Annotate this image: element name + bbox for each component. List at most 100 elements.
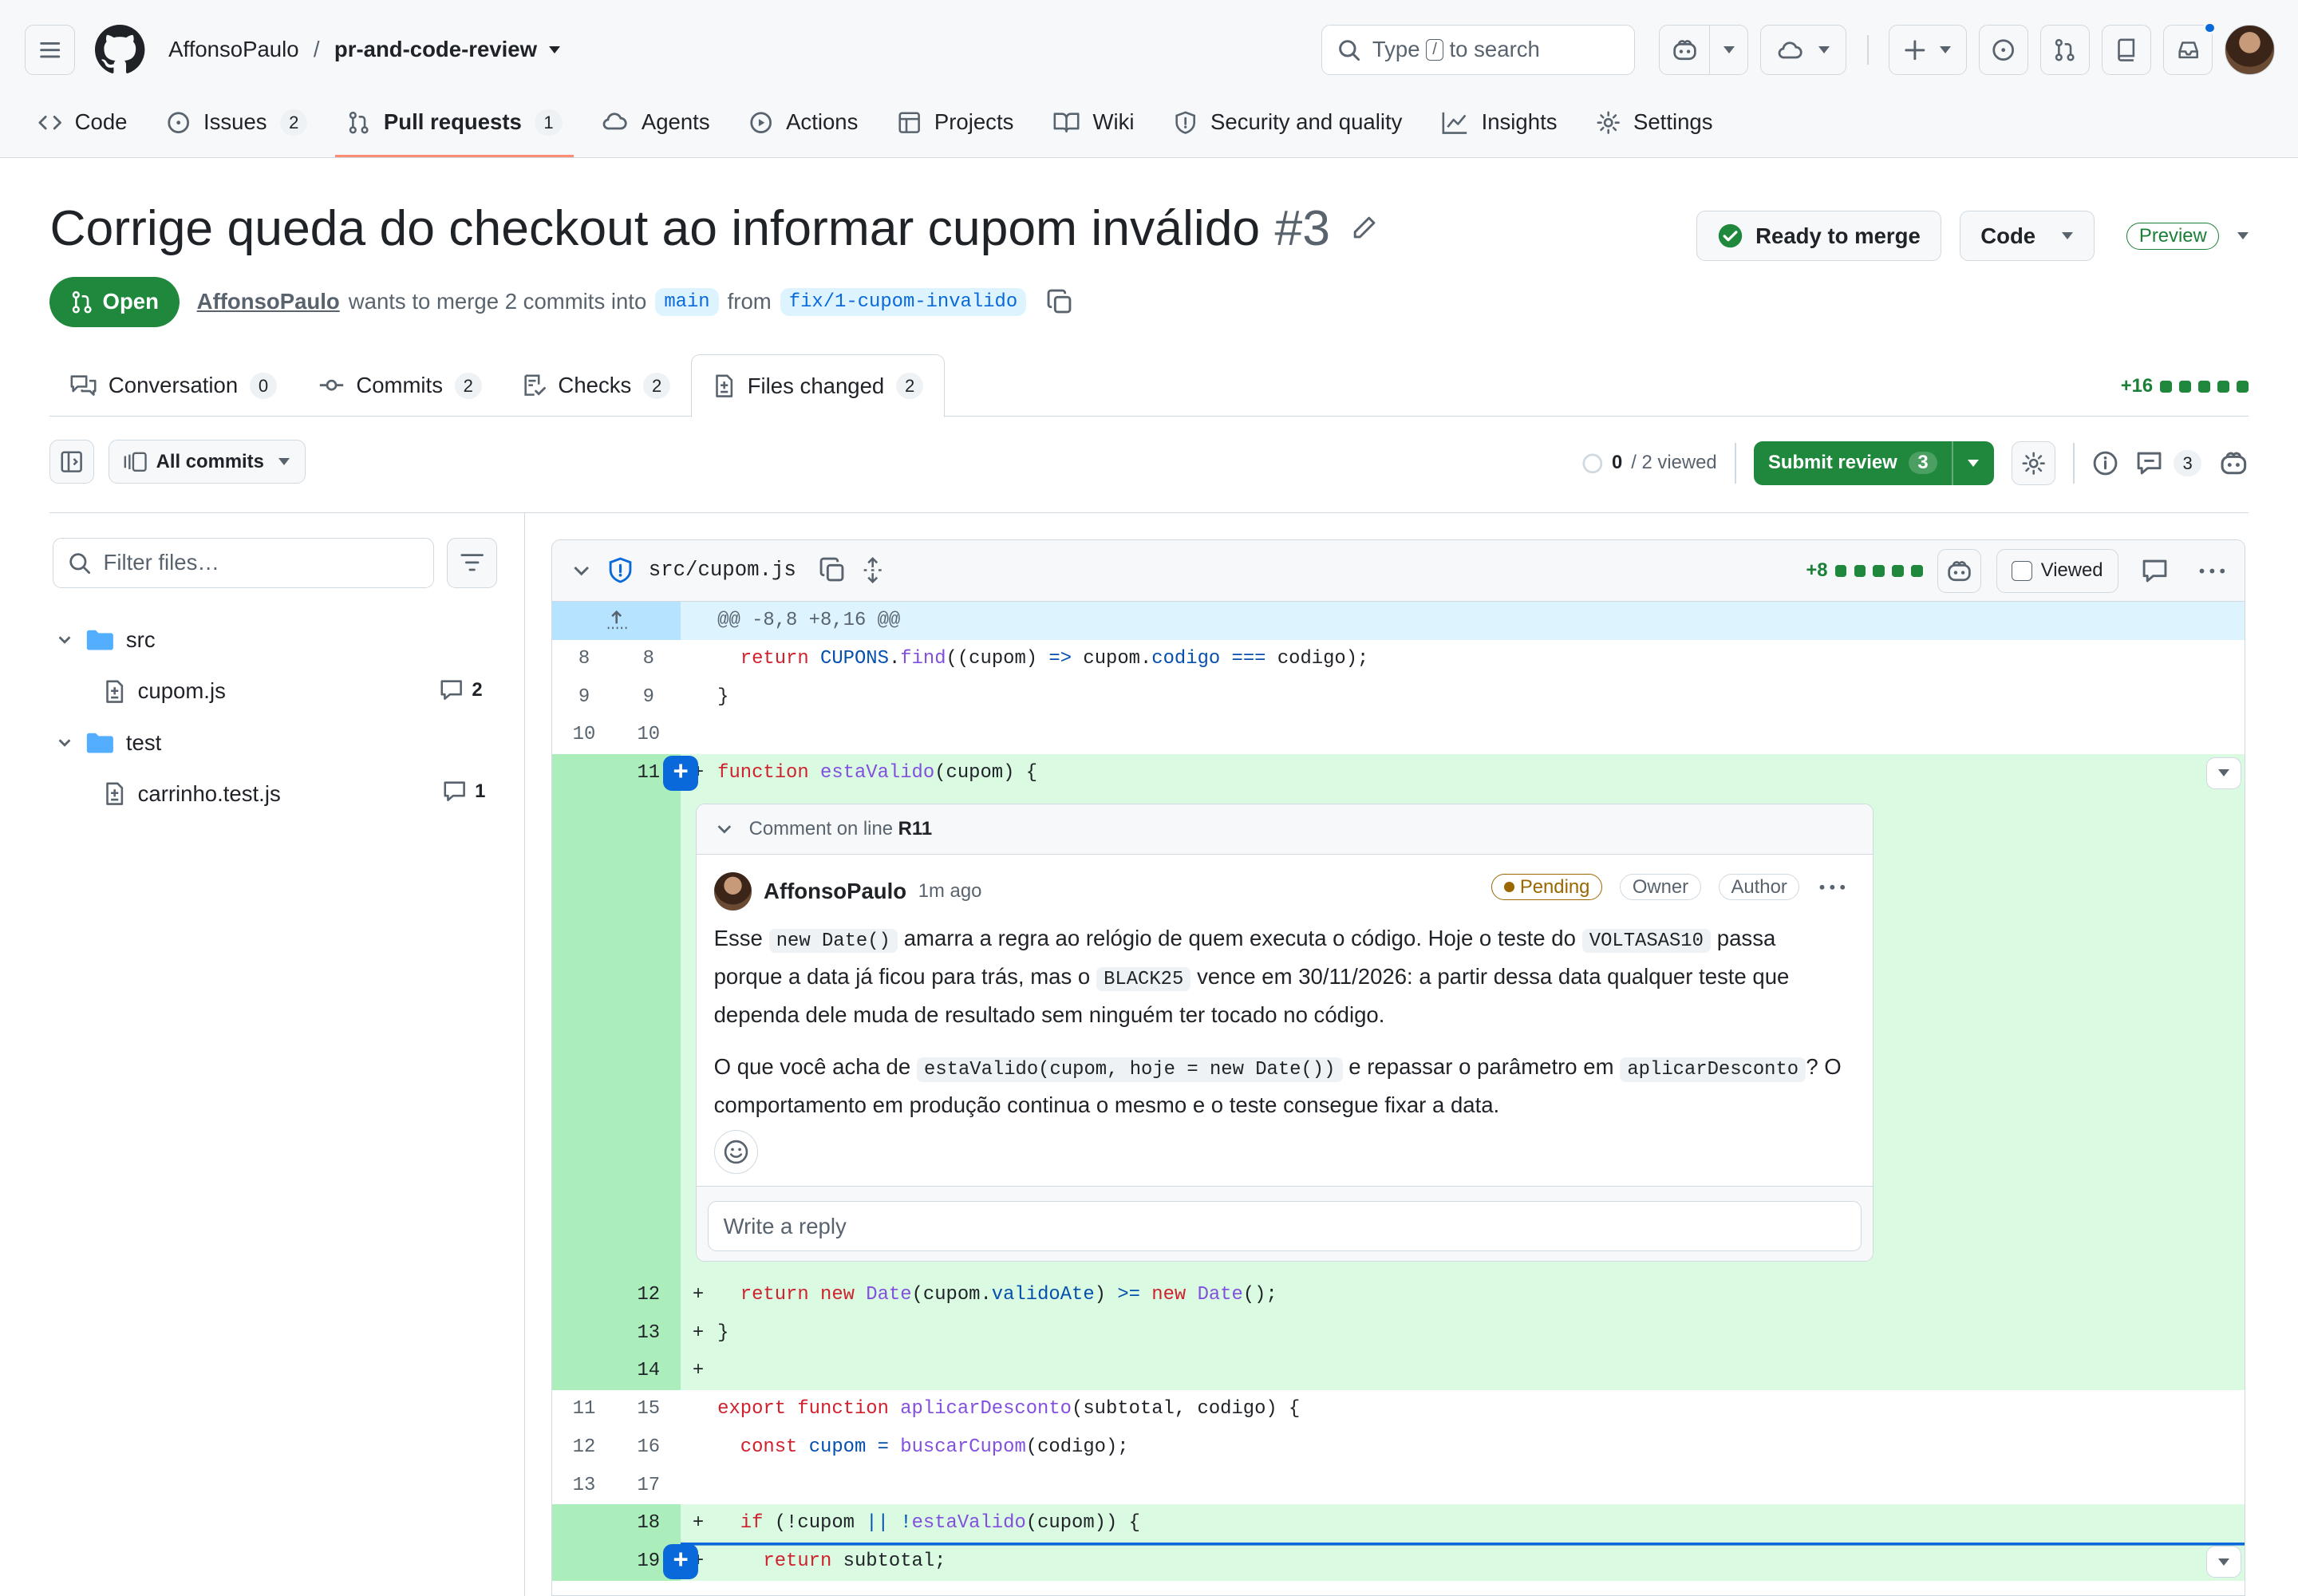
base-branch[interactable]: main: [655, 288, 719, 316]
avatar[interactable]: [713, 871, 752, 911]
add-comment-button[interactable]: +: [663, 755, 699, 791]
line-menu-button[interactable]: [2206, 1545, 2242, 1578]
tab-checks[interactable]: Checks 2: [503, 354, 691, 416]
code-button[interactable]: Code: [1959, 211, 2095, 261]
menu-button[interactable]: [25, 25, 75, 75]
new-line-number[interactable]: 12: [616, 1276, 681, 1314]
tab-label: Actions: [786, 109, 859, 135]
tab-insights[interactable]: Insights: [1442, 99, 1558, 146]
copy-icon[interactable]: [1047, 289, 1073, 315]
tree-file-carrinho-test-js[interactable]: carrinho.test.js: [103, 781, 281, 807]
comment-icon[interactable]: [2142, 558, 2168, 584]
tree-folder-src[interactable]: src: [56, 627, 156, 653]
codespaces-button[interactable]: [1761, 26, 1846, 73]
copilot-icon[interactable]: [2219, 450, 2249, 476]
filter-options-button[interactable]: [447, 538, 497, 588]
expand-up-icon[interactable]: [605, 609, 628, 632]
comment-text: Esse: [713, 925, 769, 950]
comment-timestamp[interactable]: 1m ago: [918, 880, 982, 903]
old-line-number[interactable]: 10: [552, 716, 617, 754]
line-menu-button[interactable]: [2206, 757, 2242, 790]
old-line-number[interactable]: 8: [552, 640, 617, 678]
filter-files-input[interactable]: Filter files…: [53, 538, 434, 588]
pr-title: Corrige queda do checkout ao informar cu…: [49, 200, 1376, 257]
file-path[interactable]: src/cupom.js: [649, 559, 796, 582]
tree-folder-test[interactable]: test: [56, 730, 161, 756]
tab-wiki[interactable]: Wiki: [1053, 99, 1135, 146]
copy-icon[interactable]: [819, 557, 846, 583]
commits-filter-button[interactable]: All commits: [108, 440, 306, 484]
new-line-number[interactable]: 17: [616, 1467, 681, 1505]
viewed-label: Viewed: [2040, 559, 2103, 582]
folder-name: src: [125, 627, 156, 653]
diff-settings-button[interactable]: [2011, 440, 2055, 485]
tab-code[interactable]: Code: [38, 99, 128, 146]
toggle-file-tree-button[interactable]: [49, 440, 94, 484]
kebab-horizontal-icon[interactable]: [1818, 877, 1847, 898]
tab-security[interactable]: Security and quality: [1174, 99, 1402, 146]
thread-header[interactable]: Comment on line R11: [696, 804, 1874, 855]
old-line-number[interactable]: 11: [552, 1390, 617, 1428]
github-logo-icon[interactable]: [95, 25, 145, 74]
reply-input[interactable]: Write a reply: [708, 1201, 1862, 1251]
tab-conversation[interactable]: Conversation 0: [49, 354, 297, 416]
new-line-number[interactable]: 13: [616, 1314, 681, 1353]
new-line-number[interactable]: 14: [616, 1352, 681, 1390]
comments-summary-button[interactable]: 3: [2136, 449, 2201, 476]
pull-requests-button[interactable]: [2039, 25, 2091, 75]
hamburger-icon: [39, 41, 60, 58]
old-line-number[interactable]: 9: [552, 678, 617, 717]
viewed-checkbox[interactable]: Viewed: [1996, 548, 2118, 593]
user-avatar[interactable]: [2225, 25, 2275, 75]
head-branch[interactable]: fix/1-cupom-invalido: [780, 288, 1027, 316]
tab-projects[interactable]: Projects: [898, 99, 1013, 146]
expand-all-icon[interactable]: [861, 557, 884, 584]
add-reaction-button[interactable]: [713, 1130, 758, 1175]
repo-owner-link[interactable]: AffonsoPaulo: [168, 37, 298, 62]
copilot-dropdown-button[interactable]: [1709, 26, 1747, 74]
tree-file-cupom-js[interactable]: cupom.js: [103, 678, 226, 704]
ready-to-merge-button[interactable]: Ready to merge: [1696, 211, 1942, 261]
old-line-number[interactable]: 12: [552, 1428, 617, 1467]
submit-review-button[interactable]: Submit review 3: [1753, 440, 1994, 485]
new-line-number[interactable]: 15: [616, 1390, 681, 1428]
kebab-horizontal-icon[interactable]: [2197, 558, 2227, 584]
file-additions: +8: [1806, 559, 1828, 582]
tab-actions[interactable]: Actions: [749, 99, 858, 146]
new-line-number[interactable]: 9: [616, 678, 681, 717]
inbox-button[interactable]: [2163, 21, 2217, 75]
copilot-button[interactable]: [1660, 26, 1709, 73]
code-text: }: [717, 1321, 729, 1344]
new-line-number[interactable]: 16: [616, 1428, 681, 1467]
diffstat-block: [1911, 565, 1923, 577]
repositories-button[interactable]: [2101, 25, 2152, 75]
copilot-file-button[interactable]: [1937, 548, 1982, 593]
tab-commits[interactable]: Commits 2: [298, 354, 503, 416]
new-line-number[interactable]: 8: [616, 640, 681, 678]
hunk-text: @@ -8,8 +8,16 @@: [717, 610, 901, 632]
issues-button[interactable]: [1978, 25, 2029, 75]
new-line-number[interactable]: 18: [616, 1504, 681, 1543]
comment-author[interactable]: AffonsoPaulo: [764, 879, 906, 904]
pr-author-link[interactable]: AffonsoPaulo: [197, 289, 340, 314]
info-icon[interactable]: [2092, 450, 2118, 476]
pencil-icon[interactable]: [1351, 215, 1377, 241]
old-line-number[interactable]: 13: [552, 1467, 617, 1505]
global-header: AffonsoPaulo / pr-and-code-review Type /…: [0, 0, 2298, 159]
preview-toggle[interactable]: Preview: [2126, 222, 2249, 250]
new-line-number[interactable]: 10: [616, 716, 681, 754]
tab-issues[interactable]: Issues 2: [167, 99, 308, 146]
diff-line: 13 17: [552, 1467, 2245, 1505]
add-comment-button[interactable]: +: [663, 1543, 699, 1580]
comment-paragraph-2: O que você acha de estaValido(cupom, hoj…: [714, 1049, 1850, 1123]
create-new-button[interactable]: [1889, 26, 1965, 73]
tab-pull-requests[interactable]: Pull requests 1: [335, 99, 574, 158]
tab-agents[interactable]: Agents: [602, 99, 710, 146]
tab-label: Settings: [1633, 109, 1713, 135]
repo-name-link[interactable]: pr-and-code-review: [334, 37, 537, 62]
tab-files-changed[interactable]: Files changed 2: [690, 354, 945, 418]
repo-dropdown-caret-icon[interactable]: [548, 45, 560, 53]
search-input[interactable]: Type / to search: [1321, 25, 1636, 75]
tab-settings[interactable]: Settings: [1597, 99, 1713, 146]
chevron-down-icon[interactable]: [570, 559, 593, 582]
